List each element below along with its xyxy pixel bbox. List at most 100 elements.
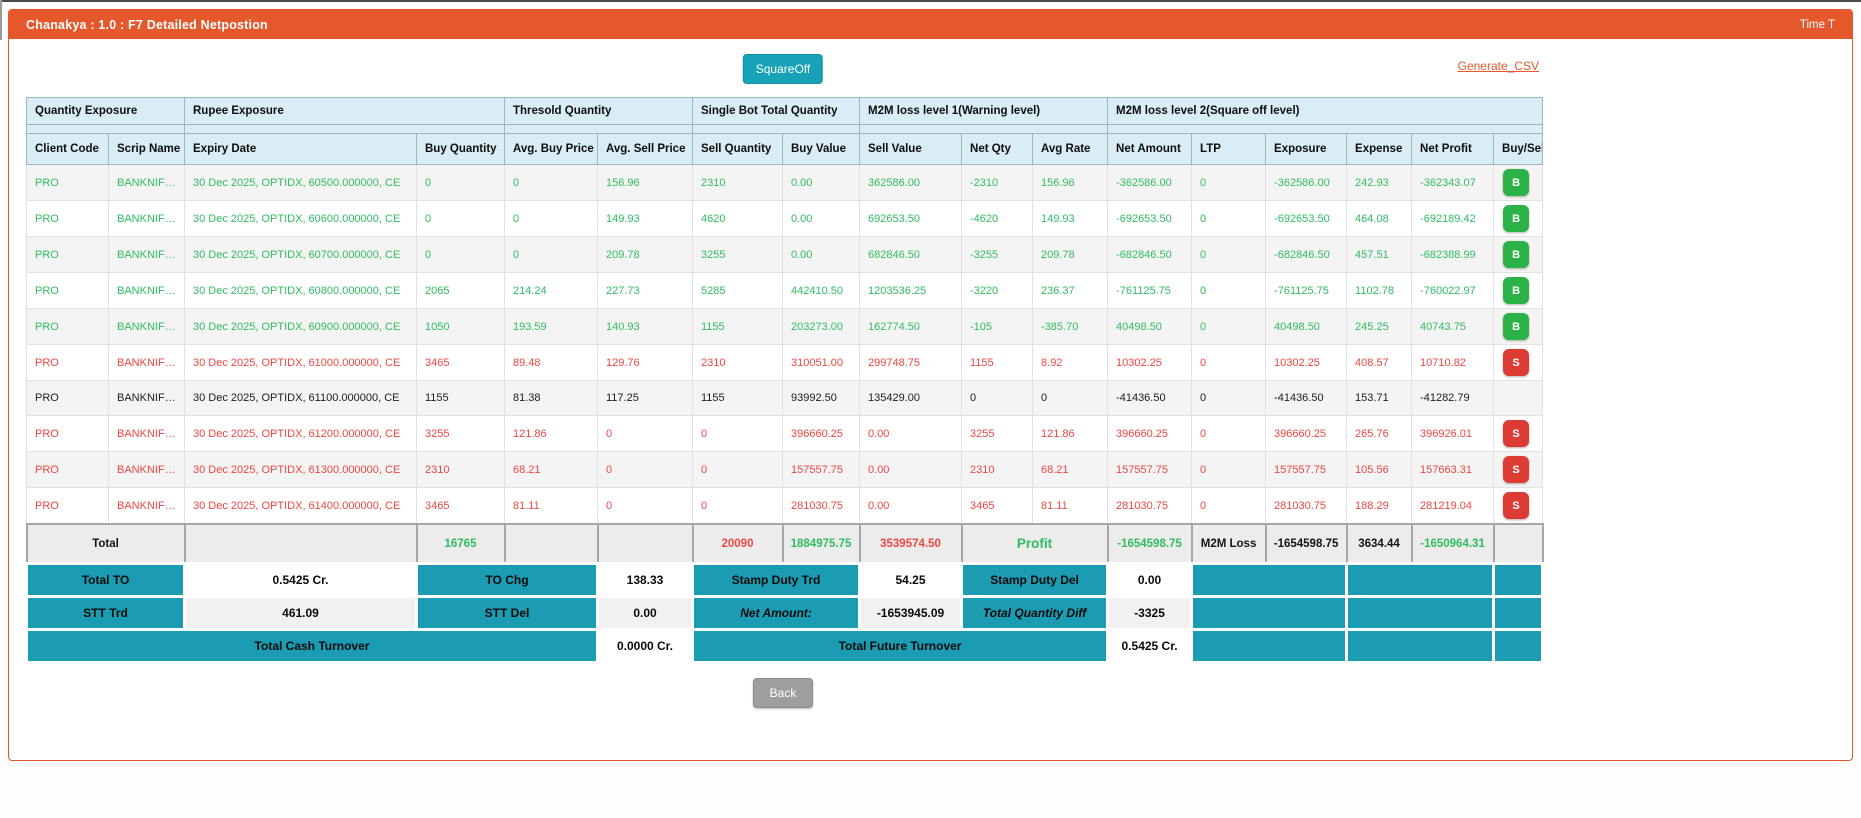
summary-value-total-future-turnover: 0.5425 Cr.: [1106, 628, 1194, 664]
buy-sell-cell: B: [1493, 272, 1544, 309]
table-cell: 0.00: [859, 487, 963, 525]
column-header: Buy/Sell: [1493, 133, 1544, 165]
summary-value-stamp-duty-del: 0.00: [1106, 562, 1194, 598]
summary-label-stamp-duty-del: Stamp Duty Del: [960, 562, 1110, 598]
netposition-panel: Chanakya : 1.0 : F7 Detailed Netpostion …: [8, 9, 1853, 761]
table-cell: -41436.50: [1265, 380, 1348, 416]
table-cell: 140.93: [597, 308, 693, 345]
table-cell: 121.86: [1032, 415, 1109, 452]
table-cell: 0.00: [859, 415, 963, 452]
total-m2m-loss-label: M2M Loss: [1190, 523, 1267, 565]
table-cell: 281030.75: [1265, 487, 1348, 525]
column-header: Expiry Date: [184, 133, 417, 165]
sell-action-button[interactable]: S: [1503, 349, 1530, 376]
table-cell: BANKNIFTY: [108, 415, 185, 452]
summary-filler: [1345, 562, 1496, 598]
column-header: Net Qty: [961, 133, 1034, 165]
table-cell: 129.76: [597, 344, 693, 381]
table-cell: 156.96: [1032, 164, 1109, 201]
total-exposure: -1654598.75: [1264, 523, 1348, 565]
buy-action-button[interactable]: B: [1503, 241, 1530, 268]
table-cell: 299748.75: [859, 344, 963, 381]
table-cell: -362586.00: [1107, 164, 1193, 201]
buy-action-button[interactable]: B: [1503, 205, 1530, 232]
table-cell: 0: [504, 164, 598, 201]
table-cell: 0: [1191, 415, 1267, 452]
window-top-edge: [0, 0, 1861, 2]
table-cell: 0: [1191, 236, 1267, 273]
table-cell: BANKNIFTY: [108, 380, 185, 416]
table-cell: 81.11: [1032, 487, 1109, 525]
total-net-profit: -1650964.31: [1410, 523, 1495, 565]
table-cell: 0.00: [781, 236, 861, 273]
table-cell: 245.25: [1346, 308, 1413, 345]
table-cell: 153.71: [1346, 380, 1413, 416]
sell-action-button[interactable]: S: [1503, 420, 1530, 447]
table-cell: PRO: [26, 451, 109, 488]
table-cell: 3465: [961, 487, 1034, 525]
table-cell: -41436.50: [1107, 380, 1193, 416]
table-cell: 396660.25: [781, 415, 861, 452]
table-cell: 0: [504, 236, 598, 273]
table-cell: 0: [597, 415, 693, 452]
header-spacer-row: [26, 124, 1544, 134]
table-cell: -760022.97: [1411, 272, 1495, 309]
table-cell: 30 Dec 2025, OPTIDX, 60600.000000, CE: [184, 200, 417, 237]
table-cell: 10302.25: [1107, 344, 1193, 381]
table-cell: 0: [692, 415, 783, 452]
table-cell: -692189.42: [1411, 200, 1495, 237]
back-button[interactable]: Back: [752, 678, 814, 708]
table-cell: 157557.75: [1265, 451, 1348, 488]
sell-action-button[interactable]: S: [1503, 492, 1530, 519]
buy-action-button[interactable]: B: [1503, 277, 1530, 304]
generate-csv-link[interactable]: Generate_CSV: [1458, 59, 1539, 73]
table-cell: 3255: [416, 415, 505, 452]
summary-label-total-quantity-diff: Total Quantity Diff: [960, 595, 1110, 631]
table-cell: 30 Dec 2025, OPTIDX, 61400.000000, CE: [184, 487, 417, 525]
table-cell: PRO: [26, 487, 109, 525]
total-buysell-empty: [1492, 523, 1544, 565]
table-cell: PRO: [26, 272, 109, 309]
table-row: PRO BANKNIFTY 30 Dec 2025, OPTIDX, 61300.0…: [26, 451, 1544, 488]
summary-label-total-future-turnover: Total Future Turnover: [690, 628, 1110, 664]
buy-sell-cell: B: [1493, 236, 1544, 273]
table-cell: 682846.50: [859, 236, 963, 273]
column-header: Avg. Buy Price: [504, 133, 598, 165]
table-cell: 30 Dec 2025, OPTIDX, 60900.000000, CE: [184, 308, 417, 345]
table-cell: 93992.50: [781, 380, 861, 416]
table-cell: -3220: [961, 272, 1034, 309]
total-buy-quantity: 16765: [415, 523, 506, 565]
total-sell-quantity: 20090: [691, 523, 784, 565]
table-cell: BANKNIFTY: [108, 308, 185, 345]
table-cell: 81.11: [504, 487, 598, 525]
netposition-table: Quantity Exposure Rupee Exposure Thresold …: [25, 97, 1545, 664]
window-left-edge: [0, 0, 2, 40]
column-header: Expense: [1346, 133, 1413, 165]
table-cell: BANKNIFTY: [108, 451, 185, 488]
total-buy-value: 1884975.75: [781, 523, 861, 565]
titlebar-time-label: Time T: [1799, 18, 1835, 31]
total-sell-value: 3539574.50: [858, 523, 963, 565]
table-cell: 2310: [692, 344, 783, 381]
table-cell: 0: [1191, 308, 1267, 345]
column-header: Net Profit: [1411, 133, 1495, 165]
table-cell: 68.21: [1032, 451, 1109, 488]
buy-action-button[interactable]: B: [1503, 313, 1530, 340]
toolbar: SquareOff Generate_CSV: [25, 51, 1541, 97]
table-cell: 1050: [416, 308, 505, 345]
table-cell: 40498.50: [1107, 308, 1193, 345]
table-cell: PRO: [26, 164, 109, 201]
header-spacer-cell: [26, 124, 185, 134]
squareoff-button[interactable]: SquareOff: [742, 54, 824, 84]
sell-action-button[interactable]: S: [1503, 456, 1530, 483]
summary-filler: [1190, 562, 1349, 598]
table-cell: 0: [692, 451, 783, 488]
table-cell: 40498.50: [1265, 308, 1348, 345]
table-cell: 236.37: [1032, 272, 1109, 309]
table-cell: 121.86: [504, 415, 598, 452]
table-cell: PRO: [26, 200, 109, 237]
table-cell: 457.51: [1346, 236, 1413, 273]
table-cell: 157663.31: [1411, 451, 1495, 488]
buy-action-button[interactable]: B: [1503, 169, 1530, 196]
summary-value-total-quantity-diff: -3325: [1106, 595, 1194, 631]
